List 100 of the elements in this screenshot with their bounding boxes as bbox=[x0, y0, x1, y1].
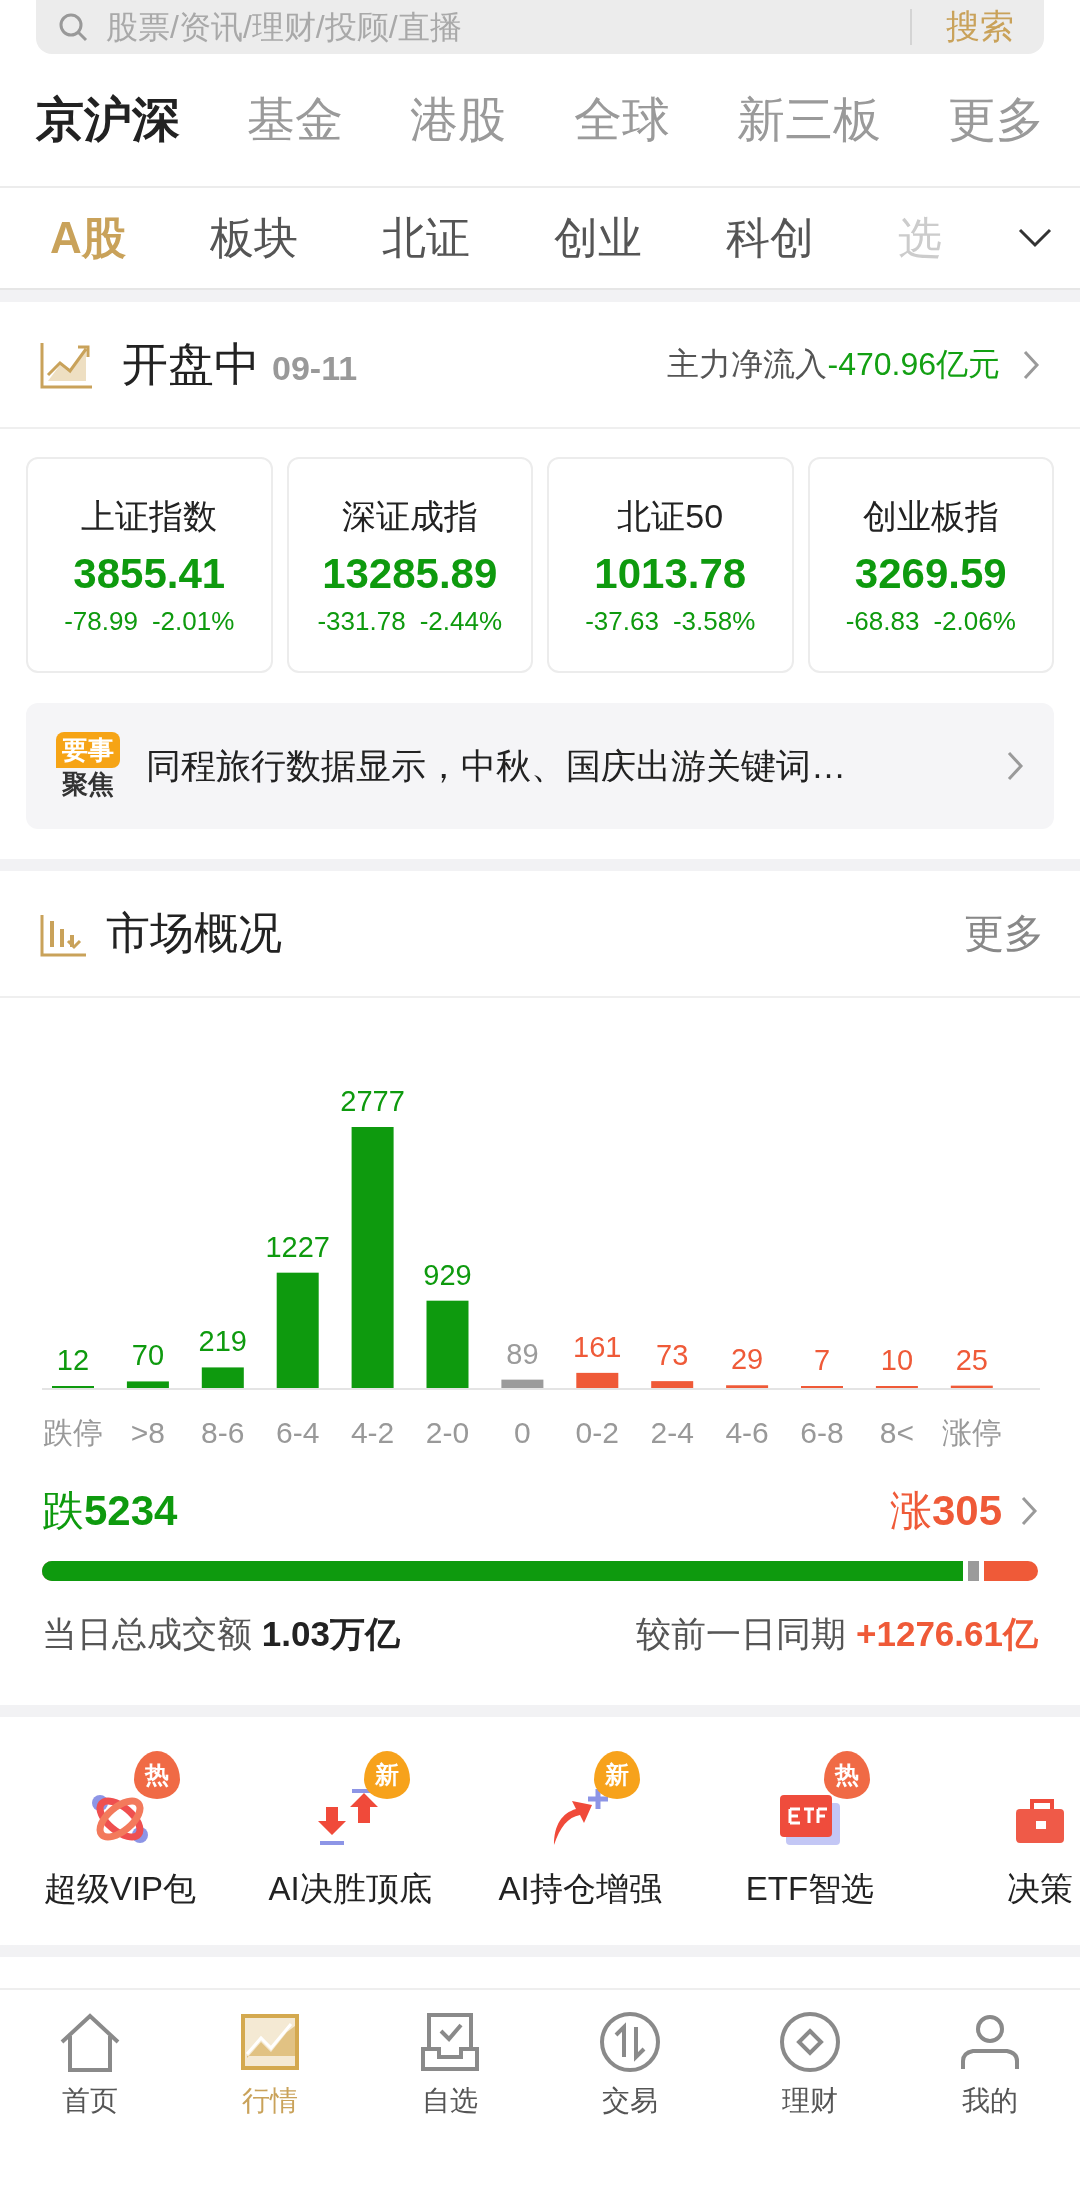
category-label: 0-2 bbox=[575, 1416, 619, 1449]
bar-value-label: 25 bbox=[955, 1343, 988, 1376]
bar-value-label: 73 bbox=[656, 1339, 689, 1372]
turnover-value: 1.03万亿 bbox=[261, 1613, 400, 1653]
category-label: 8< bbox=[879, 1416, 914, 1449]
category-label: 跌停 bbox=[43, 1416, 103, 1449]
bar-value-label: 1227 bbox=[265, 1230, 330, 1263]
index-change: -68.83 bbox=[845, 605, 920, 637]
bar-value-label: 161 bbox=[573, 1330, 622, 1363]
category-label: 4-6 bbox=[725, 1416, 769, 1449]
market-tab[interactable]: 板块 bbox=[209, 208, 298, 268]
flame-badge: 新 bbox=[364, 1750, 410, 1799]
nav-tab[interactable]: 理财 bbox=[720, 2010, 900, 2130]
nav-tab[interactable]: 我的 bbox=[900, 2010, 1080, 2130]
index-percent: -2.01% bbox=[151, 605, 235, 637]
chart-bar bbox=[201, 1367, 244, 1388]
flame-badge: 热 bbox=[824, 1750, 870, 1799]
index-card[interactable]: 创业板指 3269.59 -68.83 -2.06% bbox=[807, 457, 1054, 673]
category-label: 0 bbox=[514, 1416, 531, 1449]
news-headline: 同程旅行数据显示，中秋、国庆出游关键词… bbox=[146, 744, 847, 787]
shortcut-label[interactable]: ETF智选 bbox=[745, 1866, 875, 1912]
index-value: 13285.89 bbox=[322, 549, 498, 598]
index-percent: -2.44% bbox=[419, 605, 503, 637]
index-change: -78.99 bbox=[64, 605, 138, 637]
bar-value-label: 219 bbox=[198, 1325, 247, 1358]
news-badge: 要事 bbox=[56, 732, 120, 768]
decliners-count: 跌5234 bbox=[42, 1486, 178, 1536]
chevron-right-icon bbox=[1020, 1495, 1038, 1527]
shortcut-label[interactable]: 决策 bbox=[1007, 1866, 1073, 1912]
etf-card-icon bbox=[778, 1792, 842, 1847]
category-label: 6-4 bbox=[276, 1416, 320, 1449]
search-icon bbox=[58, 12, 88, 42]
chart-icon bbox=[241, 2014, 299, 2070]
compare-label: 较前一日同期 bbox=[636, 1613, 847, 1653]
caret-icon[interactable] bbox=[1018, 228, 1052, 248]
flow-label: 主力净流入 bbox=[667, 344, 828, 384]
chevron-right-icon bbox=[1006, 750, 1024, 782]
index-change: -331.78 bbox=[317, 605, 406, 637]
flow-value: -470.96亿元 bbox=[827, 344, 1000, 384]
bar-value-label: 7 bbox=[813, 1344, 831, 1376]
news-badge-caption: 聚焦 bbox=[62, 768, 114, 800]
index-card[interactable]: 北证50 1013.78 -37.63 -3.58% bbox=[547, 457, 794, 673]
index-card[interactable]: 深证成指 13285.89 -331.78 -2.44% bbox=[286, 457, 533, 673]
chart-bar bbox=[576, 1372, 619, 1388]
index-card[interactable]: 上证指数 3855.41 -78.99 -2.01% bbox=[26, 457, 273, 673]
date-label: 09-11 bbox=[272, 348, 358, 388]
person-icon bbox=[961, 2013, 1019, 2071]
category-label: 6-8 bbox=[800, 1416, 844, 1449]
index-value: 3855.41 bbox=[73, 549, 226, 598]
category-label: 2-4 bbox=[650, 1416, 694, 1449]
turnover-label: 当日总成交额 bbox=[42, 1613, 252, 1653]
category-label: >8 bbox=[130, 1416, 165, 1449]
bar-value-label: 29 bbox=[730, 1343, 764, 1376]
flame-badge: 热 bbox=[134, 1750, 180, 1799]
market-tab[interactable]: 科创 bbox=[725, 208, 814, 268]
section-title: 市场概况 bbox=[106, 907, 283, 959]
market-tab[interactable]: 创业 bbox=[553, 208, 642, 268]
category-label: 4-2 bbox=[350, 1416, 395, 1449]
coin-icon bbox=[779, 2011, 841, 2073]
bar-value-label: 12 bbox=[56, 1344, 90, 1376]
chevron-right-icon bbox=[1022, 348, 1040, 381]
market-status: 开盘中 bbox=[122, 336, 260, 392]
chart-bar bbox=[651, 1381, 694, 1388]
exchange-icon bbox=[599, 2011, 661, 2073]
chart-bar bbox=[726, 1385, 769, 1388]
trend-chart-icon bbox=[40, 340, 94, 389]
index-value: 3269.59 bbox=[854, 549, 1007, 598]
shortcut-label[interactable]: AI持仓增强 bbox=[498, 1866, 662, 1912]
shortcut-label[interactable]: 超级VIP包 bbox=[43, 1866, 197, 1912]
chart-bar bbox=[950, 1385, 993, 1388]
category-label: 涨停 bbox=[941, 1416, 1002, 1449]
index-change: -37.63 bbox=[585, 605, 659, 637]
index-name: 创业板指 bbox=[862, 495, 999, 537]
news-banner[interactable]: 要事 聚焦 同程旅行数据显示，中秋、国庆出游关键词… bbox=[26, 703, 1054, 829]
tray-check-icon bbox=[421, 2013, 479, 2071]
compare-value: +1276.61亿 bbox=[856, 1613, 1038, 1653]
nav-tab[interactable]: 首页 bbox=[0, 2010, 180, 2130]
nav-tab[interactable]: 自选 bbox=[360, 2010, 540, 2130]
home-icon bbox=[58, 2012, 122, 2072]
market-tab[interactable]: 京沪深 bbox=[36, 88, 180, 152]
category-label: 2-0 bbox=[425, 1416, 470, 1449]
index-percent: -2.06% bbox=[933, 605, 1016, 637]
index-name: 上证指数 bbox=[81, 495, 218, 537]
chart-bar bbox=[501, 1379, 544, 1388]
index-name: 北证50 bbox=[617, 495, 724, 537]
bar-value-label: 70 bbox=[131, 1339, 165, 1372]
chart-bar bbox=[126, 1381, 169, 1388]
bar-value-label: 929 bbox=[423, 1258, 472, 1291]
index-name: 深证成指 bbox=[341, 495, 478, 537]
index-percent: -3.58% bbox=[672, 605, 756, 637]
bar-value-label: 2777 bbox=[340, 1085, 405, 1117]
flame-badge: 新 bbox=[594, 1750, 640, 1799]
market-tab[interactable]: 北证 bbox=[381, 208, 470, 268]
shortcut-label[interactable]: AI决胜顶底 bbox=[268, 1866, 432, 1912]
index-value: 1013.78 bbox=[594, 549, 747, 598]
nav-tab[interactable]: 交易 bbox=[540, 2010, 720, 2130]
category-label: 8-6 bbox=[201, 1416, 245, 1449]
bar-value-label: 89 bbox=[506, 1337, 539, 1370]
bar-value-label: 10 bbox=[880, 1344, 914, 1376]
more-link[interactable]: 更多 bbox=[964, 906, 1044, 961]
